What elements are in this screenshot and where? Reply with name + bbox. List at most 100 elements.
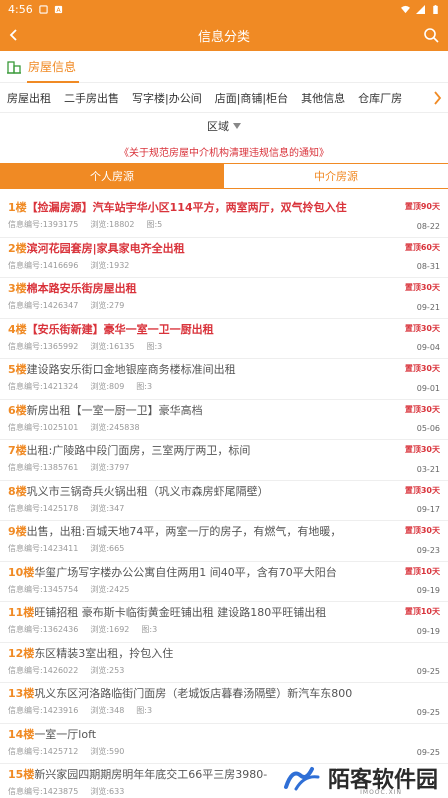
list-item[interactable]: 3楼棉本路安乐街房屋出租 信息编号:1426347 浏览:279 置顶30天 09-21 <box>0 278 448 319</box>
listing-title-text: 建设路安乐街口金地银座商务楼标准间出租 <box>26 363 236 376</box>
listing-date: 09-04 <box>416 343 440 352</box>
pinned-badge: 置顶30天 <box>404 526 440 535</box>
listing-title: 12楼东区精装3室出租，拎包入住 <box>8 646 398 662</box>
meta-id: 信息编号:1423916 <box>8 706 79 715</box>
list-item[interactable]: 11楼旺铺招租 豪布斯卡临街黄金旺铺出租 建设路180平旺铺出租信息编号:136… <box>0 602 448 643</box>
listing-meta: 信息编号:1421324 浏览:809 图:3 <box>8 381 440 392</box>
list-item[interactable]: 10楼华玺广场写字楼办公公寓自住两用1 间40平，含有70平大阳台信息编号:13… <box>0 562 448 602</box>
floor-number: 8楼 <box>8 484 27 498</box>
listing-title: 1楼【捡漏房源】汽车站宇华小区114平方，两室两厅，双气拎包入住 <box>8 200 398 216</box>
category-label[interactable]: 房屋信息 <box>28 58 76 75</box>
listing-title: 4楼【安乐街新建】豪华一室一卫一厨出租 <box>8 322 398 338</box>
floor-number: 2楼 <box>8 241 27 255</box>
watermark: 陌客软件园 IMOOC.XIN <box>282 762 438 796</box>
caret-down-icon <box>233 123 241 129</box>
listing-meta: 信息编号:1423916 浏览:348 图:3 <box>8 705 440 716</box>
listing-title: 11楼旺铺招租 豪布斯卡临街黄金旺铺出租 建设路180平旺铺出租 <box>8 605 398 621</box>
status-time: 4:56 <box>8 3 33 16</box>
listing-date: 09-23 <box>416 545 440 555</box>
pinned-badge: 置顶30天 <box>404 445 440 454</box>
meta-pics: 图:5 <box>146 220 163 229</box>
meta-id: 信息编号:1025101 <box>8 422 79 432</box>
listing-date: 09-01 <box>416 383 440 393</box>
listing-title-text: 出租:广陵路中段门面房，三室两厅两卫，标间 <box>26 444 251 457</box>
meta-id: 信息编号:1385761 <box>8 463 79 472</box>
floor-number: 5楼 <box>8 363 27 376</box>
tab-second-hand-sale[interactable]: 二手房出售 <box>64 90 119 106</box>
search-button[interactable] <box>420 24 442 46</box>
meta-id: 信息编号:1393175 <box>8 220 79 229</box>
listing-meta: 信息编号:1365992 浏览:16135 图:3 <box>8 341 440 352</box>
subcategory-tabs: 房屋出租 二手房出售 写字楼|办公间 店面|商铺|柜台 其他信息 仓库厂房 <box>0 83 448 113</box>
floor-number: 13楼 <box>8 687 35 700</box>
listing-date: 09-17 <box>416 505 440 514</box>
list-item[interactable]: 4楼【安乐街新建】豪华一室一卫一厨出租信息编号:1365992 浏览:16135 图… <box>0 319 448 359</box>
listing: 1楼【捡漏房源】汽车站宇华小区114平方，两室两厅，双气拎包入住信息编号:139… <box>0 197 448 798</box>
list-item[interactable]: 2楼滨河花园套房|家具家电齐全出租 信息编号:1416696 浏览:1932 置顶60… <box>0 238 448 278</box>
app-bar: 信息分类 <box>0 19 448 51</box>
meta-views: 浏览:245838 <box>90 422 140 432</box>
listing-title: 7楼出租:广陵路中段门面房，三室两厅两卫，标间 <box>8 443 398 459</box>
meta-pics: 图:3 <box>136 706 153 715</box>
meta-views: 浏览:16135 <box>90 341 135 351</box>
signal-icon <box>416 5 425 14</box>
floor-number: 15楼 <box>8 768 35 781</box>
meta-id: 信息编号:1365992 <box>8 341 79 351</box>
meta-views: 浏览:348 <box>90 706 125 715</box>
search-icon <box>424 28 439 43</box>
tab-warehouse[interactable]: 仓库厂房 <box>358 90 402 106</box>
list-item[interactable]: 13楼巩义东区河洛路临街门面房（老城饭店暮春汤隔壁）新汽车东800 信息编号:14… <box>0 683 448 724</box>
tab-agency-listings[interactable]: 中介房源 <box>224 164 448 188</box>
category-header: 房屋信息 <box>0 51 448 83</box>
listing-date: 09-19 <box>416 626 440 636</box>
meta-pics: 图:3 <box>146 341 163 351</box>
meta-views: 浏览:253 <box>90 665 125 675</box>
list-item[interactable]: 6楼新房出租【一室一厨一卫】豪华高档信息编号:1025101 浏览:245838 置… <box>0 400 448 440</box>
listing-meta: 信息编号:1416696 浏览:1932 <box>8 260 440 271</box>
list-item[interactable]: 14楼一室一厅loft 信息编号:1425712 浏览:590 09-25 <box>0 724 448 764</box>
meta-views: 浏览:347 <box>90 503 125 513</box>
tab-personal-listings[interactable]: 个人房源 <box>0 164 224 188</box>
pinned-badge: 置顶10天 <box>404 566 440 576</box>
listing-title-text: 出售，出租:百城天地74平，两室一厅的房子，有燃气，有地暖， <box>26 525 342 538</box>
notice-link[interactable]: 《关于规范房屋中介机构清理违规信息的通知》 <box>0 139 448 163</box>
list-item[interactable]: 12楼东区精装3室出租，拎包入住信息编号:1426022 浏览:253 09-25 <box>0 643 448 683</box>
tab-house-rent[interactable]: 房屋出租 <box>7 90 51 106</box>
back-button[interactable] <box>0 19 28 51</box>
listing-title: 3楼棉本路安乐街房屋出租 <box>8 281 398 297</box>
meta-id: 信息编号:1426022 <box>8 665 79 675</box>
tab-office[interactable]: 写字楼|办公间 <box>132 90 202 106</box>
floor-number: 10楼 <box>8 565 35 579</box>
listing-date: 09-25 <box>416 667 440 676</box>
list-item[interactable]: 7楼出租:广陵路中段门面房，三室两厅两卫，标间 信息编号:1385761 浏览:37… <box>0 440 448 481</box>
tabs-scroll-button[interactable] <box>426 83 448 112</box>
listing-title: 6楼新房出租【一室一厨一卫】豪华高档 <box>8 403 398 419</box>
tab-shop[interactable]: 店面|商铺|柜台 <box>215 90 288 106</box>
pinned-badge: 置顶30天 <box>404 323 440 333</box>
listing-meta: 信息编号:1426347 浏览:279 <box>8 300 440 311</box>
list-item[interactable]: 5楼建设路安乐街口金地银座商务楼标准间出租信息编号:1421324 浏览:809 图… <box>0 359 448 400</box>
listing-title: 10楼华玺广场写字楼办公公寓自住两用1 间40平，含有70平大阳台 <box>8 565 398 581</box>
meta-id: 信息编号:1345754 <box>8 584 79 594</box>
list-item[interactable]: 9楼出售，出租:百城天地74平，两室一厅的房子，有燃气，有地暖， 信息编号:142… <box>0 521 448 562</box>
area-label: 区域 <box>207 120 229 133</box>
pinned-badge: 置顶30天 <box>404 404 440 414</box>
logo-icon <box>283 767 320 791</box>
list-item[interactable]: 1楼【捡漏房源】汽车站宇华小区114平方，两室两厅，双气拎包入住信息编号:139… <box>0 197 448 238</box>
floor-number: 1楼 <box>8 201 27 214</box>
list-item[interactable]: 8楼巩义市三锅奇兵火锅出租（巩义市森房虾尾隔壁） 信息编号:1425178 浏览:3… <box>0 481 448 521</box>
building-icon <box>7 60 21 74</box>
meta-views: 浏览:18802 <box>90 220 135 229</box>
meta-id: 信息编号:1425712 <box>8 746 79 756</box>
listing-title: 2楼滨河花园套房|家具家电齐全出租 <box>8 241 398 257</box>
listing-date: 09-19 <box>416 586 440 595</box>
meta-pics: 图:3 <box>136 382 153 391</box>
area-filter[interactable]: 区域 <box>0 113 448 139</box>
notification-icon <box>39 5 48 14</box>
listing-title: 14楼一室一厅loft <box>8 727 398 743</box>
listing-title: 9楼出售，出租:百城天地74平，两室一厅的房子，有燃气，有地暖， <box>8 524 398 540</box>
source-segment: 个人房源 中介房源 <box>0 163 448 189</box>
meta-id: 信息编号:1362436 <box>8 625 79 634</box>
tab-other[interactable]: 其他信息 <box>301 90 345 106</box>
listing-meta: 信息编号:1423411 浏览:665 <box>8 543 440 554</box>
